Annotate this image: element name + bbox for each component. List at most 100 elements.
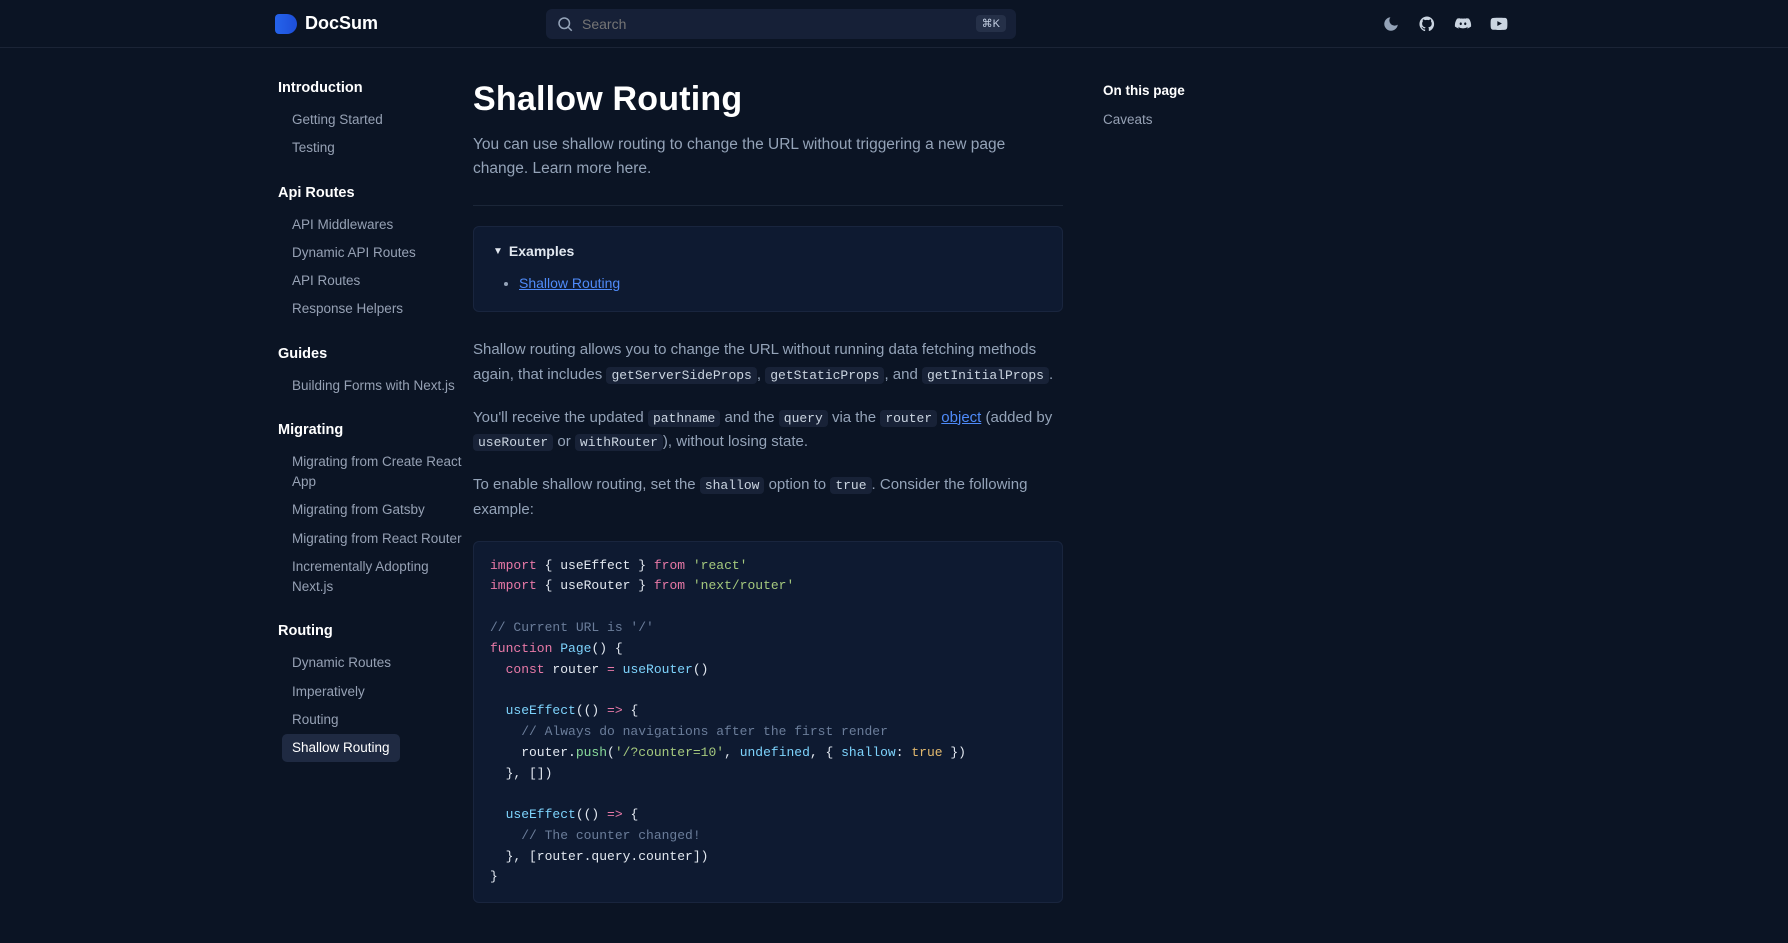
caret-down-icon: ▼ <box>493 246 503 257</box>
cb-l2-body: { useRouter } <box>537 578 654 593</box>
para2-text5: or <box>553 433 575 450</box>
code-true: true <box>830 477 871 494</box>
code-userouter: useRouter <box>473 434 553 451</box>
sidebar-section-title: Guides <box>278 346 473 362</box>
cb-l10-undef: undefined <box>740 745 810 760</box>
cb-l10-p1: ( <box>607 745 615 760</box>
para2-text1: You'll receive the updated <box>473 409 648 426</box>
code-withrouter: withRouter <box>575 434 663 451</box>
github-icon[interactable] <box>1418 15 1436 33</box>
search-input[interactable] <box>582 16 976 32</box>
examples-toggle[interactable]: ▼ Examples <box>493 243 1043 259</box>
sidebar-item[interactable]: Getting Started <box>278 106 473 134</box>
sidebar-item[interactable]: Dynamic API Routes <box>278 239 473 267</box>
sidebar-item[interactable]: API Routes <box>278 267 473 295</box>
cb-l13-brace: { <box>623 807 639 822</box>
toc-item[interactable]: Caveats <box>1103 112 1283 127</box>
cb-l10-router: router. <box>490 745 576 760</box>
cb-l10-shallow: shallow <box>841 745 896 760</box>
sidebar-item[interactable]: Building Forms with Next.js <box>278 372 473 400</box>
paragraph-1: Shallow routing allows you to change the… <box>473 338 1063 388</box>
cb-l6-eq: = <box>607 662 615 677</box>
cb-l6-call: useRouter <box>615 662 693 677</box>
cb-l1-str: 'react' <box>685 558 747 573</box>
sidebar-section-title: Api Routes <box>278 185 473 201</box>
para1-text4: . <box>1049 366 1053 383</box>
cb-l6-id: router <box>545 662 607 677</box>
cb-l15-close: }, [router.query.counter]) <box>490 849 708 864</box>
para2-text6: ), without losing state. <box>663 433 808 450</box>
examples-header-text: Examples <box>509 243 574 259</box>
cb-l8-paren: (() <box>576 703 607 718</box>
cb-l2-import: import <box>490 578 537 593</box>
sidebar-section-title: Routing <box>278 623 473 639</box>
examples-list-item: Shallow Routing <box>519 275 1043 291</box>
code-getinitialprops: getInitialProps <box>922 367 1049 384</box>
cb-l10-colon: : <box>896 745 912 760</box>
cb-l16-close: } <box>490 869 498 884</box>
para2-text2: and the <box>720 409 778 426</box>
paragraph-3: To enable shallow routing, set the shall… <box>473 473 1063 523</box>
cb-l1-import: import <box>490 558 537 573</box>
cb-l6-paren: () <box>693 662 709 677</box>
para2-text3: via the <box>828 409 881 426</box>
sidebar-section-title: Introduction <box>278 80 473 96</box>
logo-mark-icon <box>275 14 297 34</box>
cb-l11-close: }, []) <box>490 766 552 781</box>
cb-l8-arrow: => <box>607 703 623 718</box>
theme-toggle-icon[interactable] <box>1382 15 1400 33</box>
cb-l8-useeffect: useEffect <box>490 703 576 718</box>
cb-l14-comment: // The counter changed! <box>490 828 701 843</box>
code-router: router <box>880 410 937 427</box>
search-input-wrap[interactable]: ⌘K <box>546 9 1016 39</box>
cb-l1-from: from <box>654 558 685 573</box>
youtube-icon[interactable] <box>1490 15 1508 33</box>
cb-l5-name: Page <box>552 641 591 656</box>
cb-l8-brace: { <box>623 703 639 718</box>
code-block: import { useEffect } from 'react' import… <box>473 541 1063 904</box>
sidebar-nav: Introduction Getting StartedTesting Api Ro… <box>278 48 473 943</box>
cb-l6-const: const <box>490 662 545 677</box>
sidebar-item[interactable]: Incrementally Adopting Next.js <box>278 553 473 602</box>
cb-l13-paren: (() <box>576 807 607 822</box>
para3-text1: To enable shallow routing, set the <box>473 476 700 493</box>
sidebar-item[interactable]: Migrating from Create React App <box>278 448 473 497</box>
cb-l10-c1: , <box>724 745 740 760</box>
cb-l13-useeffect: useEffect <box>490 807 576 822</box>
sidebar-item[interactable]: Routing <box>278 706 473 734</box>
divider <box>473 205 1063 206</box>
search-kbd: ⌘K <box>976 15 1006 32</box>
code-shallow: shallow <box>700 477 765 494</box>
para2-text4: (added by <box>981 409 1052 426</box>
discord-icon[interactable] <box>1454 15 1472 33</box>
router-object-link[interactable]: object <box>941 409 981 426</box>
sidebar-item[interactable]: Imperatively <box>278 678 473 706</box>
toc-title: On this page <box>1103 83 1283 98</box>
code-getserversideprops: getServerSideProps <box>606 367 756 384</box>
cb-l1-body: { useEffect } <box>537 558 654 573</box>
cb-l5-function: function <box>490 641 552 656</box>
sidebar-item[interactable]: Migrating from React Router <box>278 525 473 553</box>
code-query: query <box>779 410 828 427</box>
sidebar-item[interactable]: Response Helpers <box>278 295 473 323</box>
sidebar-section-title: Migrating <box>278 422 473 438</box>
sidebar-item[interactable]: Dynamic Routes <box>278 649 473 677</box>
sidebar-item[interactable]: Shallow Routing <box>282 734 400 762</box>
sidebar-item[interactable]: Migrating from Gatsby <box>278 496 473 524</box>
paragraph-2: You'll receive the updated pathname and … <box>473 406 1063 456</box>
code-pathname: pathname <box>648 410 720 427</box>
cb-l10-push: push <box>576 745 607 760</box>
example-link-shallow-routing[interactable]: Shallow Routing <box>519 275 620 291</box>
code-getstaticprops: getStaticProps <box>765 367 884 384</box>
lead-paragraph: You can use shallow routing to change th… <box>473 133 1063 181</box>
cb-l10-true: true <box>911 745 942 760</box>
para3-text2: option to <box>764 476 830 493</box>
sidebar-item[interactable]: Testing <box>278 134 473 162</box>
cb-l4-comment: // Current URL is '/' <box>490 620 654 635</box>
cb-l13-arrow: => <box>607 807 623 822</box>
sidebar-item[interactable]: API Middlewares <box>278 211 473 239</box>
brand-logo[interactable]: DocSum <box>275 13 378 34</box>
search-icon <box>556 15 574 33</box>
cb-l10-c2: , { <box>810 745 841 760</box>
examples-box: ▼ Examples Shallow Routing <box>473 226 1063 312</box>
